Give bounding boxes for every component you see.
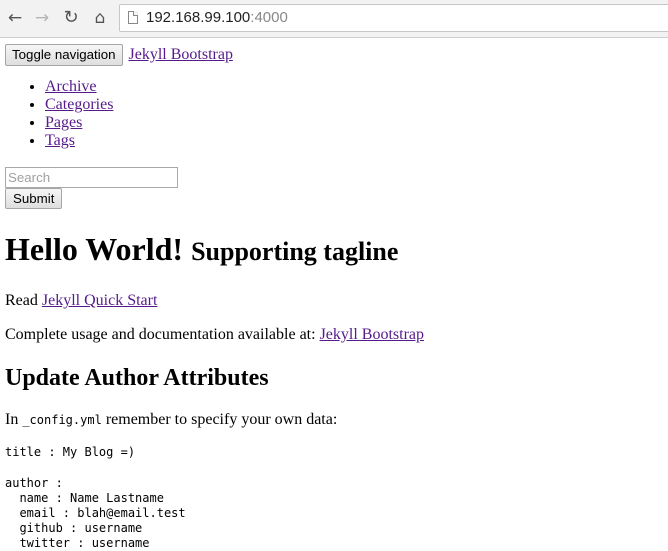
- docs-link[interactable]: Jekyll Bootstrap: [320, 326, 424, 343]
- config-suffix: remember to specify your own data:: [105, 411, 338, 428]
- nav-list: Archive Categories Pages Tags: [5, 78, 665, 150]
- title-text: Hello World!: [5, 231, 184, 267]
- toggle-navigation-button[interactable]: Toggle navigation: [5, 44, 123, 66]
- nav-link-pages[interactable]: Pages: [45, 114, 82, 131]
- page-title: Hello World! Supporting tagline: [5, 231, 665, 270]
- reload-icon[interactable]: ↻: [59, 7, 83, 29]
- browser-toolbar: ← → ↻ ⌂ 192.168.99.100:4000: [0, 0, 668, 38]
- nav-link-tags[interactable]: Tags: [45, 132, 75, 149]
- back-arrow-icon[interactable]: ←: [3, 7, 27, 29]
- home-icon[interactable]: ⌂: [88, 7, 112, 29]
- quick-start-link[interactable]: Jekyll Quick Start: [42, 292, 158, 309]
- url-port: :4000: [250, 9, 288, 26]
- read-paragraph: Read Jekyll Quick Start: [5, 292, 665, 310]
- docs-paragraph: Complete usage and documentation availab…: [5, 326, 665, 344]
- nav-link-archive[interactable]: Archive: [45, 78, 97, 95]
- address-bar[interactable]: 192.168.99.100:4000: [119, 4, 668, 32]
- nav-link-categories[interactable]: Categories: [45, 96, 113, 113]
- config-prefix: In: [5, 411, 19, 428]
- submit-button[interactable]: Submit: [5, 188, 63, 209]
- url-text[interactable]: 192.168.99.100:4000: [146, 9, 288, 26]
- read-prefix: Read: [5, 292, 38, 309]
- config-paragraph: In _config.yml remember to specify your …: [5, 411, 665, 429]
- nav-item: Tags: [45, 132, 665, 150]
- page-icon: [128, 11, 138, 24]
- forward-arrow-icon[interactable]: →: [30, 7, 54, 29]
- navbar: Toggle navigation Jekyll Bootstrap: [5, 44, 665, 66]
- code-block-author: author : name : Name Lastname email : bl…: [5, 476, 186, 550]
- nav-item: Archive: [45, 78, 665, 96]
- section-heading: Update Author Attributes: [5, 365, 269, 391]
- tagline: Supporting tagline: [191, 237, 399, 266]
- search-input[interactable]: [5, 167, 178, 188]
- docs-text: Complete usage and documentation availab…: [5, 326, 316, 343]
- url-host: 192.168.99.100: [146, 9, 251, 26]
- config-file-code: _config.yml: [22, 413, 102, 427]
- page-content: Toggle navigation Jekyll Bootstrap Archi…: [5, 44, 665, 551]
- code-block-title: title : My Blog =): [5, 445, 136, 459]
- nav-item: Categories: [45, 96, 665, 114]
- brand-link[interactable]: Jekyll Bootstrap: [129, 46, 233, 63]
- nav-item: Pages: [45, 114, 665, 132]
- search-form: Submit: [5, 167, 665, 209]
